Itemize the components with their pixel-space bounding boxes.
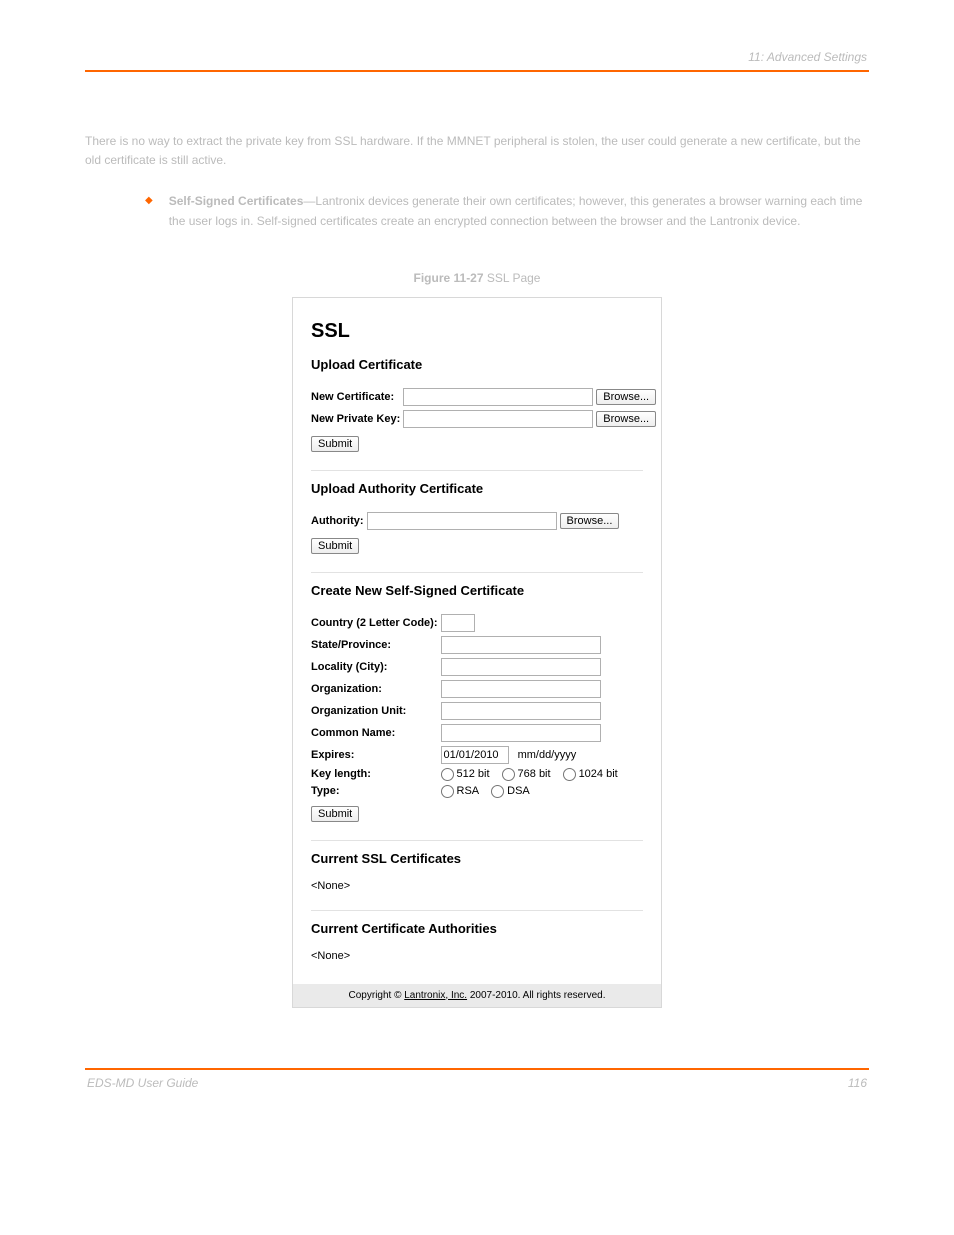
cn-input[interactable] [441, 724, 601, 742]
new-cert-label: New Certificate: [311, 386, 403, 408]
lantronix-link[interactable]: Lantronix, Inc. [404, 990, 467, 1001]
type-dsa[interactable]: DSA [491, 785, 530, 798]
upload-auth-table: Authority: Browse... [311, 510, 622, 532]
org-input[interactable] [441, 680, 601, 698]
keylen-768[interactable]: 768 bit [502, 768, 551, 781]
type-dsa-radio[interactable] [491, 785, 504, 798]
ssl-panel: SSL Upload Certificate New Certificate: … [292, 297, 662, 1008]
state-label: State/Province: [311, 634, 441, 656]
type-rsa-radio[interactable] [441, 785, 454, 798]
figure-label: Figure 11-27 [414, 271, 487, 285]
new-cert-input[interactable] [403, 388, 593, 406]
country-input[interactable] [441, 614, 475, 632]
locality-input[interactable] [441, 658, 601, 676]
page-footer: EDS-MD User Guide 116 [85, 1070, 869, 1090]
self-signed-submit-button[interactable]: Submit [311, 806, 359, 822]
figure-caption: Figure 11-27 SSL Page [85, 271, 869, 285]
new-key-label: New Private Key: [311, 408, 403, 430]
page-header: 11: Advanced Settings [85, 40, 869, 70]
type-label: Type: [311, 783, 441, 800]
upload-auth-heading: Upload Authority Certificate [311, 481, 643, 496]
upload-cert-table: New Certificate: Browse... New Private K… [311, 386, 659, 430]
keylen-768-radio[interactable] [502, 768, 515, 781]
intro-paragraph: There is no way to extract the private k… [85, 132, 869, 170]
org-label: Organization: [311, 678, 441, 700]
expires-input[interactable] [441, 746, 509, 764]
upload-auth-submit-button[interactable]: Submit [311, 538, 359, 554]
new-key-browse-button[interactable]: Browse... [596, 411, 656, 427]
type-radio-group: RSA DSA [441, 785, 618, 798]
new-key-input[interactable] [403, 410, 593, 428]
upload-cert-submit-button[interactable]: Submit [311, 436, 359, 452]
ssl-title: SSL [311, 320, 643, 343]
footer-right: 116 [848, 1076, 867, 1090]
expires-label: Expires: [311, 744, 441, 766]
divider [311, 910, 643, 911]
state-input[interactable] [441, 636, 601, 654]
bullet-text: Self-Signed Certificates—Lantronix devic… [169, 192, 869, 230]
divider [311, 840, 643, 841]
current-ssl-none: <None> [311, 880, 643, 892]
current-ca-none: <None> [311, 950, 643, 962]
self-signed-table: Country (2 Letter Code): State/Province:… [311, 612, 621, 800]
authority-label: Authority: [311, 510, 367, 532]
keylen-512-radio[interactable] [441, 768, 454, 781]
footer-left: EDS-MD User Guide [87, 1076, 198, 1090]
ou-input[interactable] [441, 702, 601, 720]
keylen-1024[interactable]: 1024 bit [563, 768, 618, 781]
figure-title: SSL Page [487, 271, 541, 285]
footer-prefix: Copyright © [349, 990, 405, 1001]
expires-hint: mm/dd/yyyy [518, 749, 577, 761]
header-rule [85, 70, 869, 72]
type-rsa[interactable]: RSA [441, 785, 480, 798]
divider [311, 470, 643, 471]
authority-input[interactable] [367, 512, 557, 530]
cn-label: Common Name: [311, 722, 441, 744]
self-signed-heading: Create New Self-Signed Certificate [311, 583, 643, 598]
new-cert-browse-button[interactable]: Browse... [596, 389, 656, 405]
ou-label: Organization Unit: [311, 700, 441, 722]
country-label: Country (2 Letter Code): [311, 612, 441, 634]
keylen-1024-radio[interactable] [563, 768, 576, 781]
keylen-label: Key length: [311, 766, 441, 783]
footer-suffix: 2007-2010. All rights reserved. [467, 990, 605, 1001]
bullet-heading: Self-Signed Certificates [169, 194, 304, 208]
current-ssl-heading: Current SSL Certificates [311, 851, 643, 866]
keylen-radio-group: 512 bit 768 bit 1024 bit [441, 768, 618, 781]
divider [311, 572, 643, 573]
upload-cert-heading: Upload Certificate [311, 357, 643, 372]
authority-browse-button[interactable]: Browse... [560, 513, 620, 529]
current-ca-heading: Current Certificate Authorities [311, 921, 643, 936]
panel-footer: Copyright © Lantronix, Inc. 2007-2010. A… [293, 984, 661, 1007]
diamond-bullet-icon: ◆ [145, 192, 153, 230]
header-right: 11: Advanced Settings [748, 50, 867, 64]
keylen-512[interactable]: 512 bit [441, 768, 490, 781]
locality-label: Locality (City): [311, 656, 441, 678]
bullet-item: ◆ Self-Signed Certificates—Lantronix dev… [145, 192, 869, 230]
